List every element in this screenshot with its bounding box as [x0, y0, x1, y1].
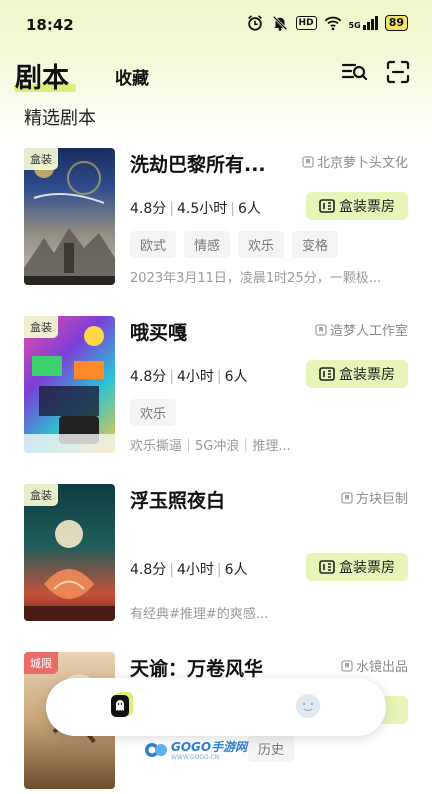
- status-time: 18:42: [26, 16, 74, 34]
- section-title: 精选剧本: [24, 108, 96, 129]
- script-card[interactable]: 盒装 洗劫巴黎所有... 北京萝卜头文化 4.8分 | 4.5小时 | 6人 盒装票房 …: [0, 140, 432, 290]
- bookmark-icon: [341, 659, 353, 672]
- tab-favorites[interactable]: 收藏: [115, 64, 149, 89]
- filter-search-icon[interactable]: [340, 58, 368, 86]
- card-badge: 盒装: [24, 316, 58, 338]
- card-publisher: 造梦人工作室: [315, 320, 408, 339]
- card-tags: 欧式 情感 欢乐 变格: [130, 231, 339, 258]
- ghost-tab-icon[interactable]: [108, 690, 138, 720]
- ticket-icon: [319, 560, 335, 574]
- card-players: 6人: [237, 201, 261, 217]
- alarm-icon: [247, 15, 262, 31]
- card-title: 洗劫巴黎所有...: [130, 154, 266, 176]
- bookmark-icon: [302, 155, 314, 168]
- tab-scripts[interactable]: 剧本: [15, 56, 69, 95]
- watermark-text: GOGO手游网: [171, 740, 248, 754]
- card-stats: 4.8分 | 4.5小时 | 6人: [130, 201, 261, 217]
- card-publisher: 方块巨制: [341, 488, 408, 507]
- tag[interactable]: 历史: [248, 735, 295, 762]
- bookmark-icon: [315, 323, 327, 336]
- battery-icon: 89: [384, 15, 408, 31]
- watermark-logo: GOGO手游网 WWW.GOGO.CN: [144, 738, 247, 761]
- card-description: 欢乐撕逼｜5G冲浪｜推理...: [130, 439, 291, 454]
- top-nav: 剧本 收藏: [0, 50, 432, 102]
- card-players: 6人: [224, 562, 248, 578]
- box-office-button[interactable]: 盒装票房: [306, 192, 408, 220]
- mute-bell-icon: [272, 15, 287, 31]
- card-tags: 欢乐: [130, 399, 177, 426]
- tag[interactable]: 欢乐: [238, 231, 285, 258]
- card-duration: 4.5小时: [176, 201, 228, 217]
- ticket-icon: [319, 199, 335, 213]
- ticket-icon: [319, 367, 335, 381]
- cover-image: 盒装: [24, 316, 115, 453]
- tag[interactable]: 欧式: [130, 231, 177, 258]
- card-badge: 城限: [24, 652, 58, 674]
- card-description: 2023年3月11日，凌晨1时25分，一颗极...: [130, 271, 382, 286]
- card-rating: 4.8分: [130, 369, 167, 385]
- status-bar: 18:42 HD 5G 89: [0, 0, 432, 50]
- card-publisher: 北京萝卜头文化: [302, 152, 408, 171]
- card-tags: 历史: [248, 735, 295, 762]
- box-office-button[interactable]: 盒装票房: [306, 360, 408, 388]
- card-rating: 4.8分: [130, 201, 167, 217]
- cover-image: 盒装: [24, 148, 115, 285]
- status-icons: HD 5G 89: [246, 14, 408, 32]
- card-description: 有经典#推理#的爽感...: [130, 607, 269, 622]
- card-players: 6人: [224, 369, 248, 385]
- tag[interactable]: 变格: [292, 231, 339, 258]
- bookmark-icon: [341, 491, 353, 504]
- card-title: 天谕：万卷风华: [130, 658, 264, 680]
- signal-icon: 5G: [349, 16, 378, 30]
- script-card[interactable]: 盒装 哦买嘎 造梦人工作室 4.8分 | 4小时 | 6人 盒装票房 欢乐 欢乐撕逼｜5…: [0, 308, 432, 458]
- watermark-subtext: WWW.GOGO.CN: [171, 754, 220, 761]
- card-badge: 盒装: [24, 484, 58, 506]
- gogo-logo-icon: [145, 742, 167, 757]
- card-badge: 盒装: [24, 148, 58, 170]
- box-office-button[interactable]: 盒装票房: [306, 553, 408, 581]
- card-rating: 4.8分: [130, 562, 167, 578]
- card-duration: 4小时: [176, 369, 214, 385]
- face-tab-icon[interactable]: [294, 692, 322, 720]
- card-publisher: 水镜出品: [341, 656, 408, 675]
- script-card[interactable]: 盒装 浮玉照夜白 方块巨制 4.8分 | 4小时 | 6人 盒装票房 有经典#推理#的爽…: [0, 476, 432, 626]
- bottom-tab-bar: [46, 678, 386, 736]
- scan-icon[interactable]: [384, 58, 412, 86]
- card-duration: 4小时: [176, 562, 214, 578]
- cover-image: 盒装: [24, 484, 115, 621]
- card-stats: 4.8分 | 4小时 | 6人: [130, 369, 248, 385]
- tag[interactable]: 欢乐: [130, 399, 177, 426]
- card-title: 哦买嘎: [130, 322, 188, 344]
- hd-icon: HD: [295, 16, 317, 30]
- card-stats: 4.8分 | 4小时 | 6人: [130, 562, 248, 578]
- card-title: 浮玉照夜白: [130, 490, 226, 512]
- tag[interactable]: 情感: [184, 231, 231, 258]
- wifi-icon: [324, 16, 341, 31]
